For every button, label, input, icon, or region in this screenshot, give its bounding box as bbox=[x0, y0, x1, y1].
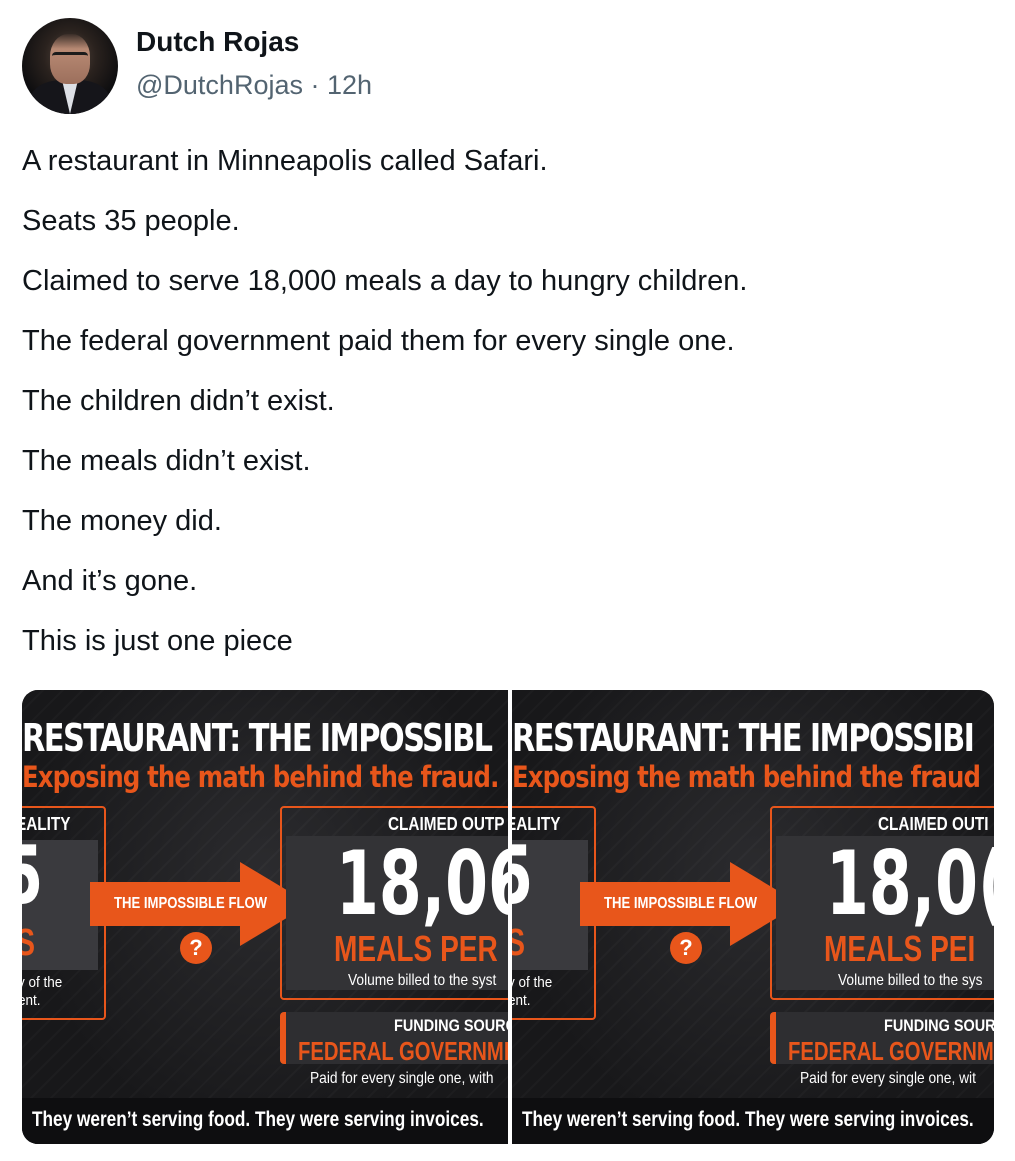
infographic-subtitle: Exposing the math behind the fraud. bbox=[22, 760, 499, 794]
funding-description: Paid for every single one, wit bbox=[800, 1070, 976, 1087]
reality-description: y of the ent. bbox=[512, 974, 553, 1009]
tweet-line: A restaurant in Minneapolis called Safar… bbox=[22, 145, 548, 177]
claimed-unit: MEALS PER bbox=[334, 928, 498, 969]
reality-description: y of the ent. bbox=[22, 974, 63, 1009]
infographic-footer: They weren’t serving food. They were ser… bbox=[522, 1108, 974, 1131]
funding-label: FUNDING SOUR bbox=[884, 1016, 994, 1035]
claimed-description: Volume billed to the sys bbox=[838, 972, 983, 989]
media-grid: RESTAURANT: THE IMPOSSIBL Exposing the m… bbox=[22, 690, 994, 1144]
claimed-number: 18,0( bbox=[826, 832, 994, 935]
tweet-line: Claimed to serve 18,000 meals a day to h… bbox=[22, 265, 748, 297]
infographic-footer: They weren’t serving food. They were ser… bbox=[32, 1108, 484, 1131]
flow-label: THE IMPOSSIBLE FLOW bbox=[114, 895, 268, 912]
flow-label: THE IMPOSSIBLE FLOW bbox=[604, 895, 758, 912]
funding-label: FUNDING SOURC bbox=[394, 1016, 508, 1035]
author-name[interactable]: Dutch Rojas bbox=[136, 26, 299, 58]
funding-description: Paid for every single one, with bbox=[310, 1070, 494, 1087]
tweet-line: The federal government paid them for eve… bbox=[22, 325, 735, 357]
author-handle-row: @DutchRojas · 12h bbox=[136, 70, 372, 101]
question-icon: ? bbox=[670, 932, 702, 964]
reality-number: 5 bbox=[512, 836, 533, 916]
claimed-description: Volume billed to the syst bbox=[348, 972, 497, 989]
infographic-subtitle: Exposing the math behind the fraud bbox=[512, 760, 981, 794]
media-image-2[interactable]: RESTAURANT: THE IMPOSSIBI Exposing the m… bbox=[512, 690, 994, 1144]
tweet-line: Seats 35 people. bbox=[22, 205, 240, 237]
question-icon: ? bbox=[180, 932, 212, 964]
funding-value: FEDERAL GOVERNMEI bbox=[788, 1036, 994, 1066]
separator: · bbox=[310, 70, 320, 100]
reality-number: 5 bbox=[22, 836, 43, 916]
claimed-unit: MEALS PEI bbox=[824, 928, 976, 969]
avatar[interactable] bbox=[22, 18, 118, 114]
infographic-title: RESTAURANT: THE IMPOSSIBI bbox=[512, 716, 975, 760]
tweet-line: The money did. bbox=[22, 505, 222, 537]
media-image-1[interactable]: RESTAURANT: THE IMPOSSIBL Exposing the m… bbox=[22, 690, 508, 1144]
infographic-title: RESTAURANT: THE IMPOSSIBL bbox=[22, 716, 493, 760]
claimed-number: 18,06 bbox=[336, 832, 508, 935]
reality-unit: S bbox=[512, 922, 525, 965]
reality-unit: S bbox=[22, 922, 35, 965]
author-handle[interactable]: @DutchRojas bbox=[136, 70, 303, 100]
tweet-line: This is just one piece bbox=[22, 625, 293, 657]
tweet-line: And it’s gone. bbox=[22, 565, 198, 597]
tweet-text: A restaurant in Minneapolis called Safar… bbox=[22, 142, 992, 682]
funding-value: FEDERAL GOVERNMEN bbox=[298, 1036, 508, 1066]
tweet-header: Dutch Rojas @DutchRojas · 12h bbox=[22, 18, 982, 114]
tweet-line: The children didn’t exist. bbox=[22, 385, 335, 417]
timestamp[interactable]: 12h bbox=[327, 70, 372, 100]
tweet-line: The meals didn’t exist. bbox=[22, 445, 311, 477]
